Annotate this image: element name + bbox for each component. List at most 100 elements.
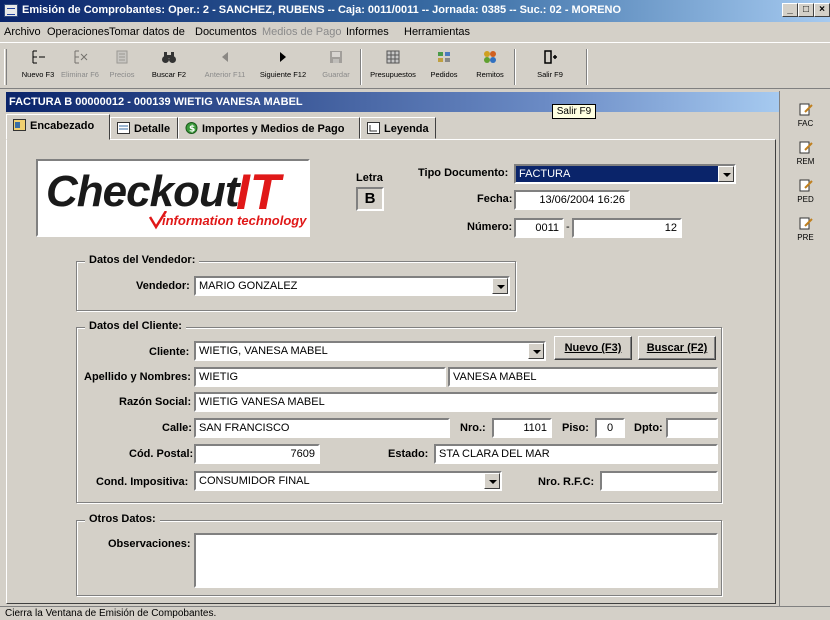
observaciones-label: Observaciones: [108,538,191,550]
delete-icon [72,49,88,65]
tab-importes[interactable]: $ Importes y Medios de Pago [178,117,360,139]
menu-tomar-datos[interactable]: Tomar datos de [109,26,185,38]
cliente-select[interactable]: WIETIG, VANESA MABEL [194,341,546,361]
checkout-it-logo: Checkout IT information technology [36,159,310,237]
presupuestos-button[interactable]: Presupuestos [366,47,420,87]
codigo-postal-field[interactable]: 7609 [194,444,320,464]
chevron-down-icon[interactable] [484,473,500,489]
siguiente-button[interactable]: Siguiente F12 [255,47,311,87]
shortcut-fac[interactable]: FAC [780,101,830,128]
form-title-bar: FACTURA B 00000012 - 000139 WIETIG VANES… [6,92,779,112]
dpto-field[interactable] [666,418,718,438]
numero-field[interactable]: 12 [572,218,682,238]
minimize-button[interactable]: _ [782,3,798,17]
window-title: Emisión de Comprobantes: Oper.: 2 - SANC… [22,4,622,16]
estado-label: Estado: [388,448,429,460]
condicion-impositiva-select[interactable]: CONSUMIDOR FINAL [194,471,502,491]
remitos-button[interactable]: Remitos [470,47,510,87]
condicion-impositiva-label: Cond. Impositiva: [96,476,189,488]
svg-text:$: $ [189,125,195,135]
calle-field[interactable]: SAN FRANCISCO [194,418,450,438]
tab-encabezado[interactable]: Encabezado [6,114,110,140]
shortcut-ped[interactable]: PED [780,177,830,204]
toolbar: Nuevo F3 Eliminar F6 Precios Buscar F2 A… [0,42,830,89]
right-shortcut-panel: FAC REM PED PRE [779,91,830,606]
edit-document-icon [798,215,814,231]
save-disk-icon [328,49,344,65]
razon-social-label: Razón Social: [119,396,192,408]
shortcut-rem[interactable]: REM [780,139,830,166]
calle-label: Calle: [162,422,192,434]
arrow-right-icon [275,49,291,65]
buscar-cliente-button[interactable]: Buscar (F2) [638,336,716,360]
edit-document-icon [798,139,814,155]
budget-grid-icon [385,49,401,65]
salir-button[interactable]: Salir F9 [530,47,570,87]
nuevo-button[interactable]: Nuevo F3 [20,47,56,87]
nro-label: Nro.: [460,422,486,434]
arrow-left-icon [217,49,233,65]
nuevo-cliente-button[interactable]: Nuevo (F3) [554,336,632,360]
chevron-down-icon[interactable] [528,343,544,359]
menu-herramientas[interactable]: Herramientas [404,26,470,38]
dpto-label: Dpto: [634,422,663,434]
title-bar: Emisión de Comprobantes: Oper.: 2 - SANC… [0,0,830,22]
fecha-field[interactable]: 13/06/2004 16:26 [514,190,630,210]
new-document-icon [30,49,46,65]
fecha-label: Fecha: [477,193,513,205]
otros-datos-group-title: Otros Datos: [85,513,160,525]
piso-field[interactable]: 0 [595,418,625,438]
razon-social-field[interactable]: WIETIG VANESA MABEL [194,392,718,412]
status-bar: Cierra la Ventana de Emisión de Compoban… [0,606,830,620]
apellido-nombres-label: Apellido y Nombres: [84,371,191,383]
letra-value: B [356,187,384,211]
toolbar-separator [586,49,588,85]
buscar-button[interactable]: Buscar F2 [144,47,194,87]
tipo-documento-select[interactable]: FACTURA [514,164,736,184]
maximize-button[interactable]: □ [798,3,814,17]
nro-field[interactable]: 1101 [492,418,552,438]
chevron-down-icon[interactable] [718,166,734,182]
menu-bar: Archivo Operaciones Tomar datos de Docum… [0,22,830,42]
edit-document-icon [798,177,814,193]
chevron-down-icon[interactable] [492,278,508,294]
price-list-icon [114,49,130,65]
tipo-documento-label: Tipo Documento: [418,167,509,179]
vendedor-select[interactable]: MARIO GONZALEZ [194,276,510,296]
binoculars-icon [161,49,177,65]
edit-document-icon [798,101,814,117]
shortcut-pre[interactable]: PRE [780,215,830,242]
eliminar-button[interactable]: Eliminar F6 [60,47,100,87]
toolbar-separator [514,49,516,85]
apellido-field[interactable]: WIETIG [194,367,446,387]
list-icon [117,122,130,134]
note-icon [367,122,380,134]
menu-medios-de-pago[interactable]: Medios de Pago [262,26,342,38]
pedidos-button[interactable]: Pedidos [426,47,462,87]
close-button[interactable]: × [814,3,830,17]
menu-documentos[interactable]: Documentos [195,26,257,38]
numero-punto-venta-field[interactable]: 0011 [514,218,564,238]
precios-button[interactable]: Precios [104,47,140,87]
tab-detalle[interactable]: Detalle [110,117,178,139]
app-icon [4,4,18,17]
observaciones-field[interactable] [194,533,718,588]
menu-operaciones[interactable]: Operaciones [47,26,109,38]
tab-leyenda[interactable]: Leyenda [360,117,436,139]
menu-informes[interactable]: Informes [346,26,389,38]
delivery-notes-icon [482,49,498,65]
toolbar-grip[interactable] [4,49,7,85]
letra-label: Letra [356,172,383,184]
guardar-button[interactable]: Guardar [316,47,356,87]
estado-field[interactable]: STA CLARA DEL MAR [434,444,718,464]
nombres-field[interactable]: VANESA MABEL [448,367,718,387]
tab-strip: Encabezado Detalle $ Importes y Medios de… [6,114,779,140]
menu-archivo[interactable]: Archivo [4,26,41,38]
anterior-button[interactable]: Anterior F11 [198,47,252,87]
vendedor-group-title: Datos del Vendedor: [85,254,200,266]
piso-label: Piso: [562,422,589,434]
rfc-field[interactable] [600,471,718,491]
toolbar-separator [360,49,362,85]
exit-door-icon [542,49,558,65]
orders-icon [436,49,452,65]
